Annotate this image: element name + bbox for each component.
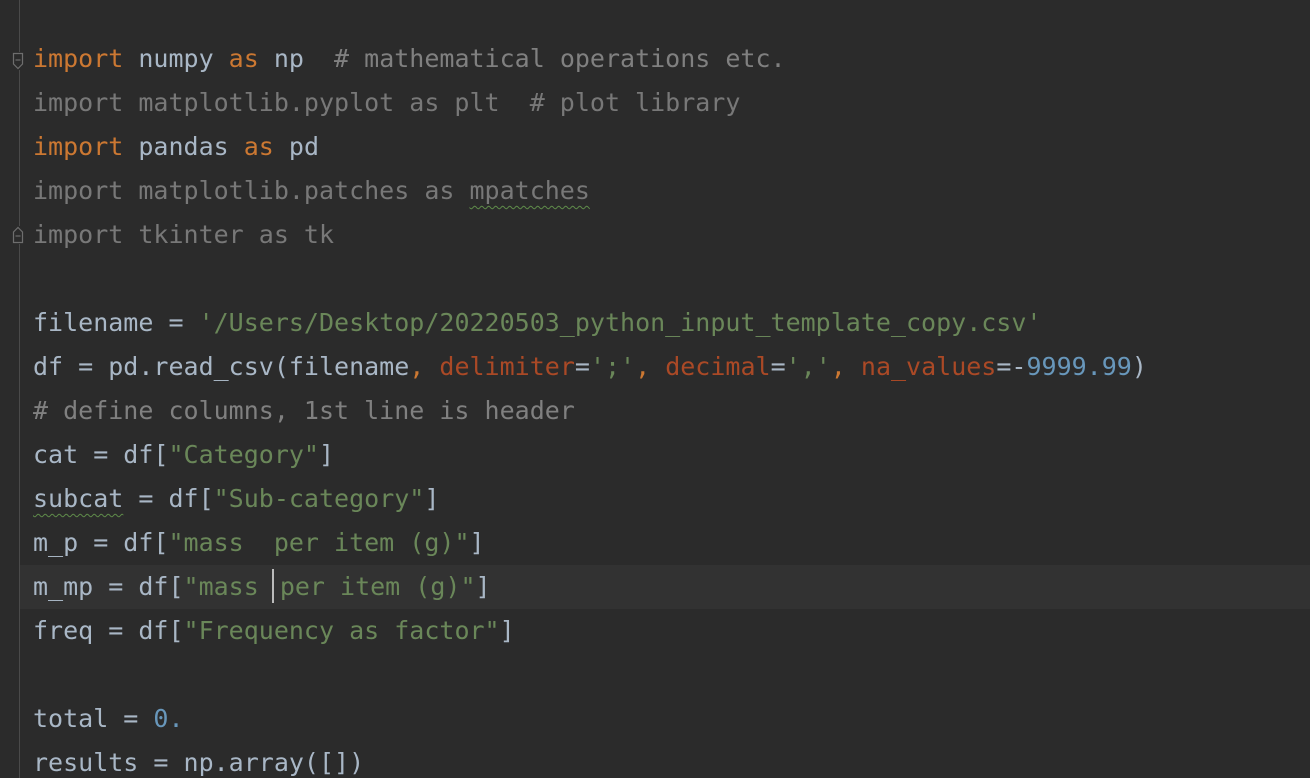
code-token: import matplotlib.pyplot as plt # plot l… [33, 88, 741, 117]
code-token: pandas [123, 132, 244, 161]
code-token: import [33, 44, 124, 73]
code-line[interactable]: results = np.array([]) [33, 741, 1147, 778]
code-token: "Category" [168, 440, 319, 469]
code-token: ] [424, 484, 440, 513]
code-line-current[interactable]: m_mp = df["mass per item (g)"] [33, 565, 1147, 609]
code-line[interactable]: import tkinter as tk [33, 213, 1147, 257]
code-token: "mass per item (g)" [168, 528, 470, 557]
code-token: filename = [33, 308, 199, 337]
code-token: as [228, 44, 259, 73]
code-token: , [830, 352, 861, 381]
code-token: results = np.array([]) [33, 748, 365, 777]
code-token: df = pd.read_csv(filename [33, 352, 410, 381]
code-line[interactable]: import pandas as pd [33, 125, 1147, 169]
code-token: '/Users/Desktop/20220503_python_input_te… [198, 308, 1042, 337]
code-token: = [770, 352, 786, 381]
code-line[interactable]: df = pd.read_csv(filename, delimiter=';'… [33, 345, 1147, 389]
code-token: =- [996, 352, 1027, 381]
code-token: numpy [123, 44, 229, 73]
code-token: = df[ [123, 484, 214, 513]
code-token: , [409, 352, 440, 381]
code-token: "Frequency as factor" [183, 616, 500, 645]
code-token: ',' [785, 352, 831, 381]
code-line[interactable]: cat = df["Category"] [33, 433, 1147, 477]
code-line[interactable]: import matplotlib.patches as mpatches [33, 169, 1147, 213]
code-token: , [635, 352, 666, 381]
code-line[interactable]: subcat = df["Sub-category"] [33, 477, 1147, 521]
code-token: m_mp = df[ [33, 572, 184, 601]
code-token: import matplotlib.patches as [33, 176, 470, 205]
code-token: 0. [153, 704, 184, 733]
code-line[interactable]: import matplotlib.pyplot as plt # plot l… [33, 81, 1147, 125]
code-token: = [574, 352, 590, 381]
code-token: na_values [860, 352, 997, 381]
text-caret [271, 569, 274, 603]
code-token: import [33, 132, 124, 161]
code-text-area[interactable]: import numpy as np # mathematical operat… [33, 37, 1147, 778]
code-token: total = [33, 704, 154, 733]
code-token: ) [1131, 352, 1147, 381]
code-line[interactable]: # define columns, 1st line is header [33, 389, 1147, 433]
code-token: import tkinter as tk [33, 220, 335, 249]
code-line[interactable] [33, 257, 1147, 301]
code-token: "mass [183, 572, 274, 601]
code-line[interactable]: import numpy as np # mathematical operat… [33, 37, 1147, 81]
code-line[interactable]: freq = df["Frequency as factor"] [33, 609, 1147, 653]
fold-end-icon[interactable] [12, 226, 24, 244]
code-token: as [243, 132, 274, 161]
code-token: freq = df[ [33, 616, 184, 645]
code-token: cat = df[ [33, 440, 169, 469]
code-line[interactable] [33, 653, 1147, 697]
code-token: ';' [589, 352, 636, 381]
code-token: ] [499, 616, 515, 645]
code-token: decimal [665, 352, 771, 381]
code-token: ] [318, 440, 335, 469]
code-line[interactable]: total = 0. [33, 697, 1147, 741]
code-token: subcat [33, 484, 124, 513]
code-line[interactable]: m_p = df["mass per item (g)"] [33, 521, 1147, 565]
code-token: ] [469, 528, 485, 557]
code-token: m_p = df[ [33, 528, 169, 557]
code-token: pd [273, 132, 319, 161]
code-editor[interactable]: import numpy as np # mathematical operat… [0, 0, 1310, 778]
code-token: delimiter [439, 352, 575, 381]
code-token: # mathematical operations etc. [334, 44, 786, 73]
code-token: # define columns, 1st line is header [33, 396, 575, 425]
code-token: mpatches [469, 176, 590, 205]
gutter-divider [19, 0, 20, 778]
code-line[interactable]: filename = '/Users/Desktop/20220503_pyth… [33, 301, 1147, 345]
code-token: 9999.99 [1026, 352, 1132, 381]
code-token: "Sub-category" [213, 484, 425, 513]
code-token: per item (g)" [279, 572, 476, 601]
fold-collapse-icon[interactable] [12, 52, 24, 70]
code-token: ] [475, 572, 491, 601]
code-token: np [258, 44, 335, 73]
